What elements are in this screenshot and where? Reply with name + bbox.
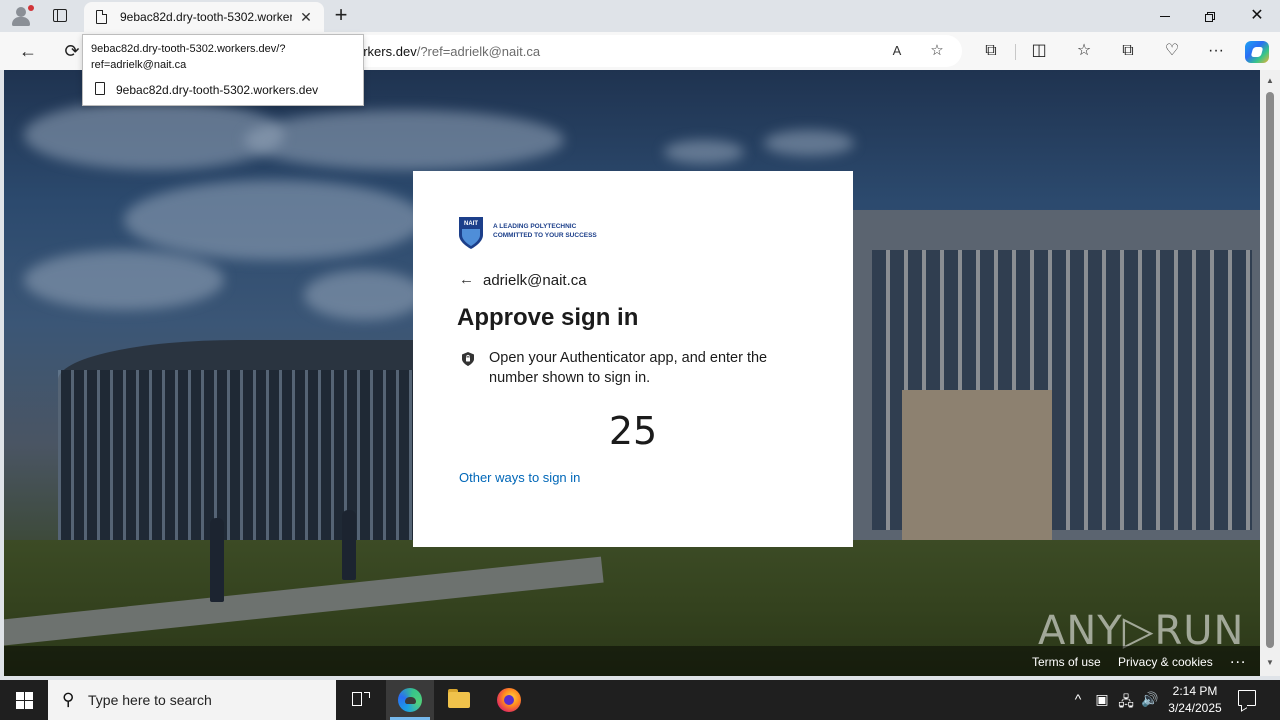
taskbar-search-box[interactable]: ⚲ Type here to search: [48, 680, 336, 720]
tab-title: 9ebac82d.dry-tooth-5302.workers.dev: [120, 10, 292, 24]
dropdown-full-url: 9ebac82d.dry-tooth-5302.workers.dev/?ref…: [91, 43, 286, 71]
firefox-icon: [497, 688, 521, 712]
dropdown-suggestion[interactable]: 9ebac82d.dry-tooth-5302.workers.dev: [116, 83, 318, 97]
more-options-button[interactable]: ...: [1230, 650, 1246, 668]
account-email: adrielk@nait.ca: [483, 272, 587, 289]
cloud: [124, 180, 424, 260]
add-favorite-star-icon[interactable]: ☆: [926, 40, 948, 62]
close-tab-button[interactable]: ✕: [296, 7, 316, 27]
copilot-icon[interactable]: [1245, 41, 1269, 63]
scroll-up-arrow-icon[interactable]: ▲: [1266, 76, 1274, 85]
browser-tab[interactable]: 9ebac82d.dry-tooth-5302.workers.dev ✕: [84, 2, 324, 32]
windows-logo-icon: [16, 692, 24, 700]
notification-dot: [28, 5, 34, 11]
edge-taskbar-button[interactable]: [386, 680, 434, 720]
address-dropdown: 9ebac82d.dry-tooth-5302.workers.dev/?ref…: [82, 34, 364, 106]
search-icon: ⚲: [62, 690, 75, 709]
cloud: [24, 250, 224, 310]
privacy-cookies-link[interactable]: Privacy & cookies: [1118, 655, 1213, 669]
minimize-button[interactable]: [1142, 0, 1188, 32]
clock-date: 3/24/2025: [1168, 701, 1222, 715]
address-url: orkers.dev/?ref=adrielk@nait.ca: [356, 44, 540, 59]
sign-in-card: NAIT A LEADING POLYTECHNIC COMMITTED TO …: [413, 171, 853, 547]
other-ways-link[interactable]: Other ways to sign in: [459, 470, 580, 485]
tagline-line-2: COMMITTED TO YOUR SUCCESS: [493, 232, 597, 239]
tab-actions-icon[interactable]: [46, 6, 74, 26]
cloud: [764, 130, 854, 156]
close-window-button[interactable]: ✕: [1234, 0, 1280, 32]
page-title: Approve sign in: [457, 304, 639, 331]
browser-tab-bar: 9ebac82d.dry-tooth-5302.workers.dev ✕ + …: [0, 0, 1280, 32]
windows-logo-pane: [25, 701, 33, 709]
windows-taskbar: ⚲ Type here to search ^ ▣ 🖧 🔊 2:14 PM 3/…: [0, 680, 1280, 720]
authenticator-lock-icon: [462, 352, 474, 366]
collections-icon[interactable]: ⧉: [1116, 40, 1140, 62]
start-button[interactable]: [0, 680, 48, 720]
settings-more-icon[interactable]: ···: [1204, 40, 1228, 62]
taskbar-clock[interactable]: 2:14 PM 3/24/2025: [1162, 683, 1228, 717]
nait-shield-icon: NAIT: [459, 217, 483, 249]
read-aloud-icon[interactable]: A: [886, 40, 908, 62]
file-explorer-button[interactable]: [435, 680, 483, 720]
logo-tagline: A LEADING POLYTECHNIC COMMITTED TO YOUR …: [493, 222, 597, 240]
scroll-thumb[interactable]: [1266, 92, 1274, 648]
back-button[interactable]: ←: [14, 38, 42, 64]
instructions-text: Open your Authenticator app, and enter t…: [489, 350, 768, 386]
favorites-icon[interactable]: ☆: [1072, 40, 1096, 62]
nait-logo: NAIT A LEADING POLYTECHNIC COMMITTED TO …: [457, 215, 617, 251]
firefox-taskbar-button[interactable]: [484, 680, 532, 720]
url-path: /?ref=adrielk@nait.ca: [416, 44, 541, 59]
network-icon[interactable]: 🖧: [1116, 691, 1136, 715]
browser-essentials-icon[interactable]: ♡: [1160, 40, 1184, 62]
volume-icon[interactable]: 🔊: [1140, 691, 1160, 708]
profile-avatar-icon[interactable]: [8, 4, 34, 28]
logo-text: NAIT: [464, 221, 478, 227]
folder-icon: [448, 692, 470, 708]
page-icon: [96, 10, 107, 24]
windows-logo-pane: [25, 692, 33, 700]
campus-building-right: [852, 210, 1260, 540]
cloud: [244, 110, 564, 170]
restore-button[interactable]: [1188, 0, 1234, 32]
edge-icon: [398, 688, 422, 712]
url-host: orkers.dev: [356, 44, 417, 59]
pedestrian: [210, 518, 224, 602]
back-arrow-icon[interactable]: ←: [459, 271, 474, 289]
new-tab-button[interactable]: +: [328, 4, 354, 28]
search-placeholder: Type here to search: [88, 692, 212, 708]
terms-of-use-link[interactable]: Terms of use: [1032, 655, 1101, 669]
windows-logo-pane: [16, 701, 24, 709]
tagline-line-1: A LEADING POLYTECHNIC: [493, 223, 577, 230]
show-hidden-icons-chevron-icon[interactable]: ^: [1068, 691, 1088, 707]
web-page: NAIT A LEADING POLYTECHNIC COMMITTED TO …: [4, 70, 1260, 676]
page-icon: [95, 82, 105, 95]
split-screen-icon[interactable]: ◫: [1027, 40, 1051, 62]
page-scrollbar[interactable]: ▲ ▼: [1260, 70, 1280, 676]
pedestrian: [342, 510, 356, 580]
approval-number: 25: [608, 409, 658, 453]
task-view-button[interactable]: [336, 680, 384, 720]
scroll-down-arrow-icon[interactable]: ▼: [1266, 658, 1274, 667]
cloud: [304, 270, 424, 320]
extensions-icon[interactable]: ⧉: [979, 40, 1003, 62]
toolbar-divider: [1015, 44, 1016, 60]
meet-now-icon[interactable]: ▣: [1092, 691, 1112, 708]
cloud: [664, 140, 744, 164]
notification-center-icon[interactable]: [1238, 690, 1256, 706]
clock-time: 2:14 PM: [1172, 684, 1218, 698]
